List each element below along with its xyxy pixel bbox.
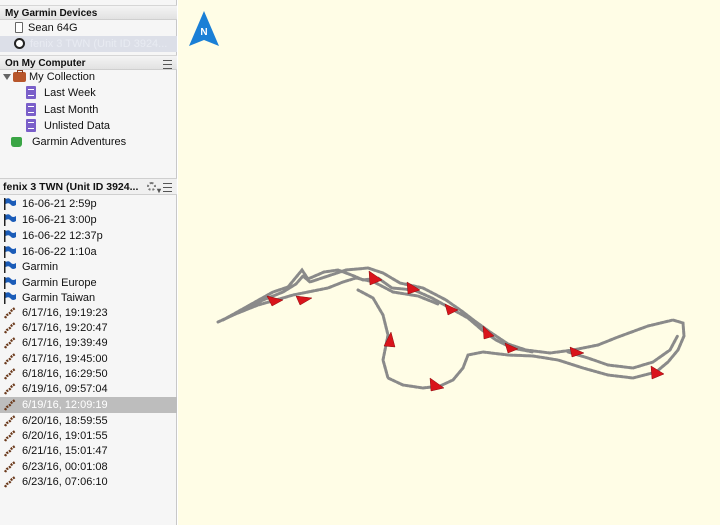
direction-arrow-icon xyxy=(295,295,313,306)
track-row[interactable]: 6/18/16, 16:29:50 xyxy=(0,366,177,382)
gear-icon[interactable] xyxy=(147,182,156,191)
track-icon xyxy=(4,322,16,334)
garmin-adventures-item[interactable]: Garmin Adventures xyxy=(0,134,177,150)
track-row[interactable]: 6/23/16, 00:01:08 xyxy=(0,459,177,475)
flag-icon xyxy=(4,292,16,304)
my-collection-item[interactable]: My Collection xyxy=(0,69,177,85)
sidebar: My Garmin Devices Sean 64G fenix 3 TWN (… xyxy=(0,0,177,525)
waypoint-row[interactable]: Garmin xyxy=(0,259,177,275)
flag-icon xyxy=(4,214,16,226)
list-item-label: Garmin Europe xyxy=(22,277,97,289)
device-label: Sean 64G xyxy=(28,22,78,34)
track-path[interactable] xyxy=(216,266,686,390)
track-icon xyxy=(4,383,16,395)
list-label: Last Week xyxy=(44,87,96,99)
list-item-label: 6/23/16, 00:01:08 xyxy=(22,461,108,473)
disclosure-triangle-icon[interactable] xyxy=(3,74,11,80)
list-item-label: 16-06-22 1:10a xyxy=(22,246,97,258)
watch-icon xyxy=(14,38,25,49)
track-row[interactable]: 6/20/16, 18:59:55 xyxy=(0,413,177,429)
adventures-label: Garmin Adventures xyxy=(32,136,127,148)
list-item-label: 6/23/16, 07:06:10 xyxy=(22,476,108,488)
list-item-label: 6/19/16, 09:57:04 xyxy=(22,383,108,395)
waypoint-row[interactable]: Garmin Europe xyxy=(0,275,177,291)
flag-icon xyxy=(4,230,16,242)
flag-icon xyxy=(4,261,16,273)
north-label: N xyxy=(200,27,207,38)
waypoint-row[interactable]: 16-06-22 1:10a xyxy=(0,244,177,260)
list-item-label: 6/20/16, 19:01:55 xyxy=(22,430,108,442)
track-icon xyxy=(4,368,16,380)
waypoint-row[interactable]: Garmin Taiwan xyxy=(0,290,177,306)
list-item-label: 6/17/16, 19:45:00 xyxy=(22,353,108,365)
list-label: Unlisted Data xyxy=(44,120,111,132)
section-title: On My Computer xyxy=(5,58,86,69)
smart-list-icon xyxy=(26,86,36,99)
unlisted-data-item[interactable]: Unlisted Data xyxy=(0,118,177,134)
track-icon xyxy=(4,445,16,457)
smart-list-icon xyxy=(26,103,36,116)
section-title: My Garmin Devices xyxy=(5,8,98,19)
waypoint-row[interactable]: 16-06-22 12:37p xyxy=(0,228,177,244)
device-label: fenix 3 TWN (Unit ID 3924... xyxy=(30,38,168,50)
track-icon xyxy=(4,337,16,349)
menu-icon[interactable] xyxy=(163,183,172,192)
menu-icon[interactable] xyxy=(163,60,172,69)
storage-device-icon xyxy=(15,22,23,33)
list-item-label: 16-06-22 12:37p xyxy=(22,230,103,242)
track-row[interactable]: 6/17/16, 19:19:23 xyxy=(0,305,177,321)
list-item-label: Garmin xyxy=(22,261,59,273)
list-item-label: 6/17/16, 19:39:49 xyxy=(22,337,108,349)
list-item-label: 6/18/16, 16:29:50 xyxy=(22,368,108,380)
track-icon xyxy=(4,415,16,427)
list-item-label: 16-06-21 3:00p xyxy=(22,214,97,226)
collection-label: My Collection xyxy=(29,71,96,83)
waypoint-row[interactable]: 16-06-21 3:00p xyxy=(0,212,177,228)
track-icon xyxy=(4,430,16,442)
track-row[interactable]: 6/19/16, 09:57:04 xyxy=(0,381,177,397)
list-item-label: 16-06-21 2:59p xyxy=(22,198,97,210)
map-view[interactable]: N xyxy=(178,0,720,525)
smart-list-icon xyxy=(26,119,36,132)
list-item-label: 6/17/16, 19:19:23 xyxy=(22,307,108,319)
last-month-item[interactable]: Last Month xyxy=(0,102,177,118)
my-garmin-devices-header: My Garmin Devices xyxy=(0,5,177,20)
track-row[interactable]: 6/17/16, 19:20:47 xyxy=(0,320,177,336)
track-icon xyxy=(4,399,16,411)
list-item-label: Garmin Taiwan xyxy=(22,292,96,304)
adventures-bag-icon xyxy=(11,137,22,147)
flag-icon xyxy=(4,277,16,289)
list-label: Last Month xyxy=(44,104,99,116)
flag-icon xyxy=(4,246,16,258)
device-list-title: fenix 3 TWN (Unit ID 3924... xyxy=(3,181,139,193)
list-item-label: 6/21/16, 15:01:47 xyxy=(22,445,108,457)
track-icon xyxy=(4,307,16,319)
last-week-item[interactable]: Last Week xyxy=(0,85,177,101)
track-row[interactable]: 6/21/16, 15:01:47 xyxy=(0,443,177,459)
device-sean-64g[interactable]: Sean 64G xyxy=(0,20,177,36)
track-row-selected[interactable]: 6/19/16, 12:09:19 xyxy=(0,397,177,413)
device-list-header: fenix 3 TWN (Unit ID 3924... ▾ xyxy=(0,178,177,195)
waypoint-row[interactable]: 16-06-21 2:59p xyxy=(0,196,177,212)
track-row[interactable]: 6/17/16, 19:39:49 xyxy=(0,335,177,351)
track-row[interactable]: 6/23/16, 07:06:10 xyxy=(0,474,177,490)
track-icon xyxy=(4,353,16,365)
list-item-label: 6/17/16, 19:20:47 xyxy=(22,322,108,334)
device-fenix-3[interactable]: fenix 3 TWN (Unit ID 3924... xyxy=(0,36,177,52)
map-canvas[interactable]: N xyxy=(178,0,720,525)
track-icon xyxy=(4,461,16,473)
flag-icon xyxy=(4,198,16,210)
list-item-label: 6/19/16, 12:09:19 xyxy=(22,399,108,411)
track-row[interactable]: 6/17/16, 19:45:00 xyxy=(0,351,177,367)
on-my-computer-header: On My Computer xyxy=(0,55,177,70)
briefcase-icon xyxy=(13,70,26,82)
north-arrow[interactable]: N xyxy=(189,11,219,46)
list-item-label: 6/20/16, 18:59:55 xyxy=(22,415,108,427)
track-row[interactable]: 6/20/16, 19:01:55 xyxy=(0,428,177,444)
track-icon xyxy=(4,476,16,488)
